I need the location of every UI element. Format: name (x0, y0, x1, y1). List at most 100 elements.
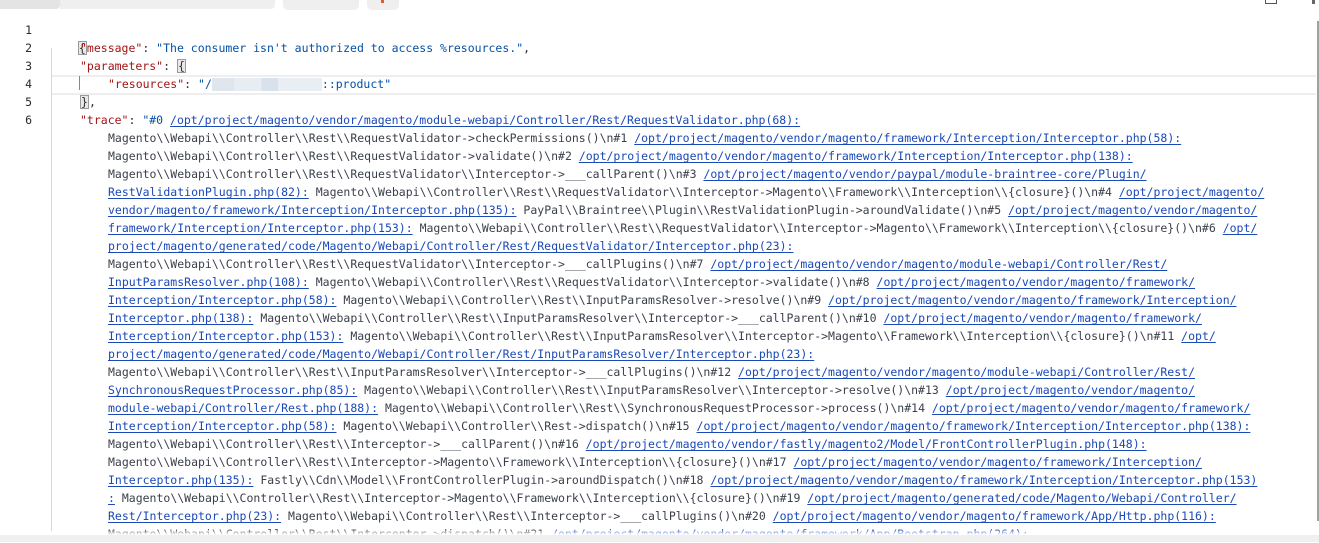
colon: : (142, 41, 157, 55)
address-field[interactable] (60, 0, 275, 9)
trace-file-link[interactable]: /opt/project/magento/vendor/magento/fram… (877, 275, 1196, 289)
trace-file-link[interactable]: Interception/Interceptor.php(58): (108, 419, 336, 433)
trace-file-link[interactable]: /opt/project/magento/vendor/magento/fram… (773, 509, 1216, 523)
maximize-icon[interactable] (1265, 0, 1277, 4)
brace-close-parameters[interactable]: } (80, 95, 89, 109)
alert-button[interactable] (367, 0, 399, 10)
trace-file-link[interactable]: /opt/ (1223, 221, 1258, 235)
trace-call-text: Magento\\Webapi\\Controller\\Rest\\Reque… (108, 131, 635, 145)
trace-file-link[interactable]: /opt/project/magento/generated/code/Mage… (807, 491, 1236, 505)
trace-file-link[interactable]: Interceptor.php(135): (108, 473, 253, 487)
line-number: 6 (25, 113, 32, 127)
trace-file-link[interactable]: /opt/project/magento/vendor/paypal/modul… (703, 167, 1146, 181)
trace-file-link[interactable]: /opt/project/magento/vendor/fastly/magen… (586, 437, 1147, 451)
trace-call-text: Magento\\Webapi\\Controller\\Rest\\Input… (253, 311, 884, 325)
trace-file-link[interactable]: framework/Interception/Interceptor.php(1… (108, 221, 413, 235)
colon: : (128, 113, 143, 127)
trace-line: : Magento\\Webapi\\Controller\\Rest\\Int… (108, 489, 1237, 507)
trace-file-link[interactable]: SynchronousRequestProcessor.php(85): (108, 383, 357, 397)
trace-call-text: PayPal\\Braintree\\Plugin\\RestValidatio… (516, 203, 1009, 217)
trace-call-text: Magento\\Webapi\\Controller\\Rest\\Input… (336, 293, 829, 307)
trace-file-link[interactable]: /opt/project/magento/vendor/magento/fram… (793, 455, 1202, 469)
trace-call-text: Magento\\Webapi\\Controller\\Rest\\Inter… (281, 509, 773, 523)
colon: : (184, 77, 199, 91)
trace-line: Magento\\Webapi\\Controller\\Rest\\Reque… (108, 255, 1167, 273)
trace-call-text: Magento\\Webapi\\Controller\\Rest\\Input… (357, 383, 946, 397)
colon: : (163, 59, 177, 73)
trace-file-link[interactable]: /opt/project/magento/vendor/magento/fram… (932, 401, 1251, 415)
json-value-resources-prefix: "/ (198, 77, 212, 91)
trace-file-link[interactable]: /opt/project/magento/vendor/magento/fram… (710, 473, 1257, 487)
indent-guide (51, 48, 52, 531)
trace-line: Interception/Interceptor.php(58): Magent… (108, 291, 1237, 309)
brace-open-parameters[interactable]: { (176, 59, 186, 73)
trace-file-link[interactable]: /opt/project/magento/vendor/magento/fram… (828, 293, 1237, 307)
trace-line: Magento\\Webapi\\Controller\\Rest\\Inter… (108, 435, 1147, 453)
trace-call-text: Magento\\Webapi\\Controller\\Rest\\Reque… (308, 275, 877, 289)
trace-call-text: Magento\\Webapi\\Controller\\Rest\\Reque… (108, 257, 711, 271)
trace-file-link[interactable]: /opt/project/magento/vendor/magento/ (946, 383, 1195, 397)
trace-line: Rest/Interceptor.php(23): Magento\\Webap… (108, 507, 1216, 525)
trace-line: Interceptor.php(135): Fastly\\Cdn\\Model… (108, 471, 1257, 489)
close-icon[interactable] (1312, 0, 1315, 4)
trace-call-text: Magento\\Webapi\\Controller\\Rest\\Input… (108, 365, 739, 379)
trace-link[interactable]: /opt/project/magento/vendor/magento/modu… (170, 113, 800, 127)
code-line-3: "parameters": { (80, 57, 186, 75)
trace-line: SynchronousRequestProcessor.php(85): Mag… (108, 381, 1195, 399)
trace-file-link[interactable]: Interceptor.php(138): (108, 311, 253, 325)
trace-file-link[interactable]: /opt/project/magento/ (1119, 185, 1264, 199)
trace-call-text: Magento\\Webapi\\Controller\\Rest\\Reque… (108, 167, 704, 181)
trace-line: Interceptor.php(138): Magento\\Webapi\\C… (108, 309, 1202, 327)
json-value-message: "The consumer isn't authorized to access… (156, 41, 524, 55)
trace-file-link[interactable]: /opt/project/magento/vendor/magento/fram… (634, 131, 1181, 145)
trace-file-link[interactable]: Interception/Interceptor.php(58): (108, 293, 336, 307)
trace-file-link[interactable]: InputParamsResolver.php(108): (108, 275, 309, 289)
trace-file-link[interactable]: project/magento/generated/code/Magento/W… (108, 347, 814, 361)
trace-file-link[interactable]: /opt/project/magento/vendor/magento/fram… (697, 419, 1251, 433)
code-line-5: }, (80, 93, 96, 111)
json-value-resources-suffix: ::product" (321, 77, 392, 91)
code-line-2: "message": "The consumer isn't authorize… (80, 39, 530, 57)
trace-line: framework/Interception/Interceptor.php(1… (108, 219, 1257, 237)
comma: , (523, 41, 531, 55)
json-key-message: "message" (80, 41, 143, 55)
tab-placeholder[interactable] (0, 0, 60, 9)
trace-file-link[interactable]: /opt/project/magento/vendor/magento/modu… (710, 257, 1167, 271)
trace-file-link[interactable]: /opt/project/magento/vendor/magento/modu… (738, 365, 1195, 379)
trace-file-link[interactable]: /opt/ (1181, 329, 1216, 343)
trace-file-link[interactable]: /opt/project/magento/vendor/magento/ (1008, 203, 1257, 217)
trace-line: Magento\\Webapi\\Controller\\Rest\\Reque… (108, 147, 1133, 165)
trace-line: Magento\\Webapi\\Controller\\Rest\\Reque… (108, 129, 1181, 147)
trace-line: Interception/Interceptor.php(58): Magent… (108, 417, 1250, 435)
trace-call-text: Magento\\Webapi\\Controller\\Rest\\Reque… (108, 149, 579, 163)
horizontal-scrollbar[interactable] (0, 535, 1319, 542)
trace-file-link[interactable]: /opt/project/magento/vendor/magento/fram… (883, 311, 1202, 325)
trace-call-text: Magento\\Webapi\\Controller\\Rest\\Inter… (108, 455, 794, 469)
trace-file-link[interactable]: Rest/Interceptor.php(23): (108, 509, 281, 523)
trace-call-text: Magento\\Webapi\\Controller\\Rest\\Inter… (114, 491, 808, 505)
trace-file-link[interactable]: : (108, 491, 115, 505)
trace-call-text: Magento\\Webapi\\Controller\\Rest->dispa… (336, 419, 697, 433)
trace-call-text: Magento\\Webapi\\Controller\\Rest\\Reque… (412, 221, 1223, 235)
trace-file-link[interactable]: Interception/Interceptor.php(153): (108, 329, 343, 343)
redacted-block (211, 78, 322, 91)
trace-line: Magento\\Webapi\\Controller\\Rest\\Reque… (108, 165, 1147, 183)
trace-file-link[interactable]: project/magento/generated/code/Magento/W… (108, 239, 793, 253)
trace-line: RestValidationPlugin.php(82): Magento\\W… (108, 183, 1264, 201)
trace-line: Magento\\Webapi\\Controller\\Rest\\Inter… (108, 453, 1202, 471)
trace-call-text: Fastly\\Cdn\\Model\\FrontControllerPlugi… (253, 473, 711, 487)
line-number: 4 (25, 77, 32, 91)
trace-file-link[interactable]: vendor/magento/framework/Interception/In… (108, 203, 517, 217)
trace-call-text: Magento\\Webapi\\Controller\\Rest\\Reque… (308, 185, 1119, 199)
line-number: 2 (25, 41, 32, 55)
trace-file-link[interactable]: /opt/project/magento/vendor/magento/fram… (579, 149, 1133, 163)
indent-guide-active (79, 76, 80, 90)
trace-line: vendor/magento/framework/Interception/In… (108, 201, 1257, 219)
trace-file-link[interactable]: RestValidationPlugin.php(82): (108, 185, 309, 199)
json-key-resources: "resources" (108, 77, 185, 91)
code-line-6: "trace": "#0 /opt/project/magento/vendor… (80, 111, 800, 129)
toolbar-button[interactable] (283, 0, 359, 10)
trace-line: module-webapi/Controller/Rest.php(188): … (108, 399, 1250, 417)
line-number: 3 (25, 59, 32, 73)
trace-file-link[interactable]: module-webapi/Controller/Rest.php(188): (108, 401, 378, 415)
